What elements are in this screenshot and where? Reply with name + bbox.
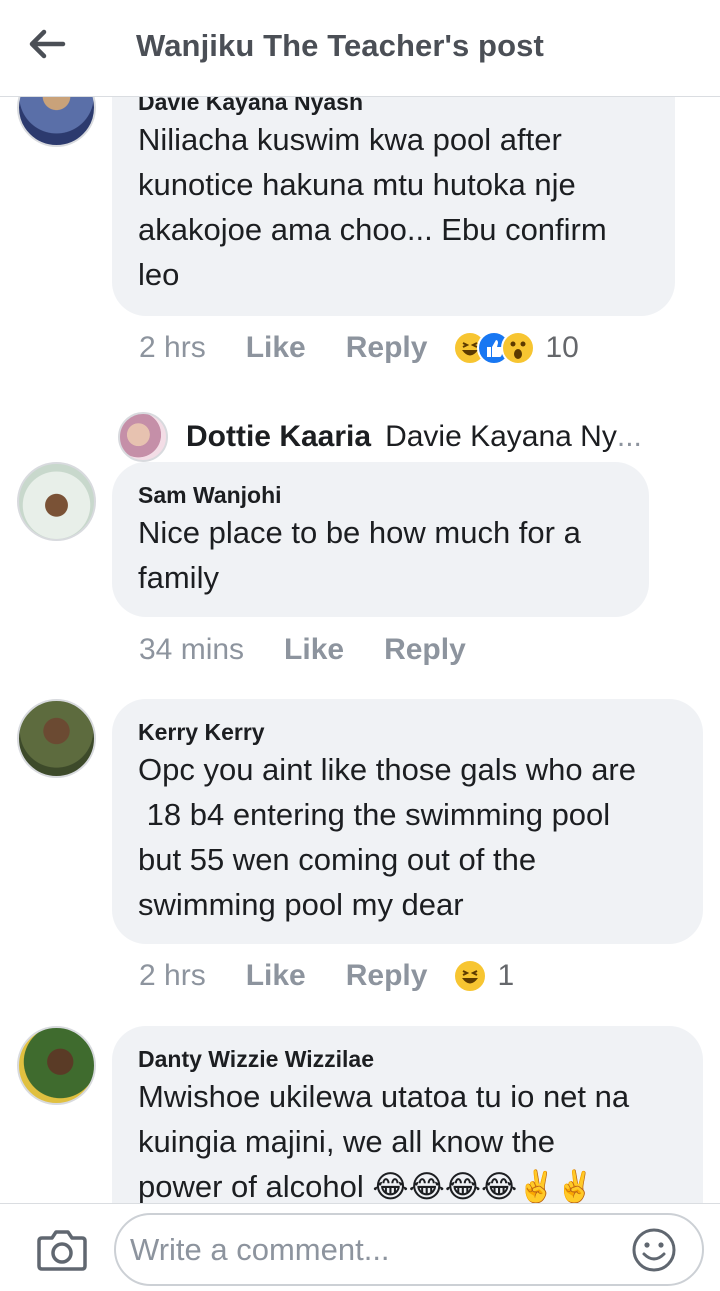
avatar[interactable] (17, 699, 96, 778)
emoji-button[interactable] (630, 1226, 678, 1274)
comment-text-line: Mwishoe ukilewa utatoa tu io net na (138, 1079, 630, 1114)
comment-meta: 2 hrs Like Reply 10 (139, 331, 579, 365)
comment-text-line: swimming pool my dear (138, 887, 464, 922)
reply-preview[interactable]: Dottie Kaaria Davie Kayana Ny... (118, 411, 718, 463)
comment-author[interactable]: Danty Wizzie Wizzilae (138, 1046, 677, 1073)
comment-text-line: leo (138, 257, 180, 292)
arrow-left-icon (29, 29, 66, 59)
reply-author[interactable]: Dottie Kaaria (186, 420, 371, 454)
reaction-count: 1 (497, 959, 515, 992)
comment-bubble: Danty Wizzie Wizzilae Mwishoe ukilewa ut… (112, 1026, 703, 1203)
comment-text-line: Nice place to be how much for a (138, 515, 581, 550)
reply-button[interactable]: Reply (384, 633, 466, 667)
comments-feed: Davie Kayana Nyash Niliacha kuswim kwa p… (0, 97, 720, 1203)
reactions-summary[interactable]: 10 (453, 331, 579, 365)
reactions-summary[interactable]: 1 (453, 959, 514, 993)
like-button[interactable]: Like (246, 331, 306, 365)
comment-author[interactable]: Kerry Kerry (138, 719, 677, 746)
avatar[interactable] (17, 1026, 96, 1105)
reply-ellipsis: ... (616, 420, 642, 453)
reply-button[interactable]: Reply (346, 959, 428, 993)
comment-text-line: akakojoe ama choo... Ebu confirm (138, 212, 607, 247)
comment-text-line: power of alcohol 😂😂😂😂✌️✌️ (138, 1169, 595, 1203)
comment-text-line: but 55 wen coming out of the (138, 842, 537, 877)
comment-bubble: Sam Wanjohi Nice place to be how much fo… (112, 462, 649, 617)
like-button[interactable]: Like (284, 633, 344, 667)
comment-text-line: 18 b4 entering the swimming pool (138, 797, 611, 832)
smiley-icon (632, 1228, 676, 1272)
comment-text-line: family (138, 560, 219, 595)
comment-input[interactable] (114, 1213, 704, 1286)
comment-text-line: kuingia majini, we all know the (138, 1124, 555, 1159)
comment-text-line: Niliacha kuswim kwa pool after (138, 122, 562, 157)
like-button[interactable]: Like (246, 959, 306, 993)
camera-button[interactable] (36, 1226, 88, 1274)
avatar[interactable] (17, 97, 96, 147)
camera-icon (37, 1230, 87, 1271)
comment-timestamp: 2 hrs (139, 331, 206, 364)
comment-author[interactable]: Davie Kayana Nyash (138, 97, 649, 116)
back-button[interactable] (22, 22, 72, 66)
wow-reaction-icon (501, 331, 536, 365)
comment-text-line: kunotice hakuna mtu hutoka nje (138, 167, 576, 202)
comment-text-line: Opc you aint like those gals who are (138, 752, 636, 787)
comment-author[interactable]: Sam Wanjohi (138, 482, 623, 509)
avatar[interactable] (17, 462, 96, 541)
comment-composer (0, 1203, 720, 1291)
top-bar: Wanjiku The Teacher's post (0, 0, 720, 97)
reply-avatar[interactable] (118, 412, 168, 462)
page-title: Wanjiku The Teacher's post (136, 28, 544, 63)
reaction-count: 10 (545, 331, 579, 364)
reply-text: Davie Kayana Ny (385, 420, 617, 453)
comment-meta: 2 hrs Like Reply 1 (139, 959, 514, 993)
reply-button[interactable]: Reply (346, 331, 428, 365)
comment-meta: 34 mins Like Reply (139, 633, 466, 667)
comment-bubble: Kerry Kerry Opc you aint like those gals… (112, 699, 703, 944)
comment-timestamp: 34 mins (139, 633, 245, 666)
haha-reaction-icon (453, 959, 488, 993)
comment-bubble: Davie Kayana Nyash Niliacha kuswim kwa p… (112, 97, 675, 316)
comment-timestamp: 2 hrs (139, 959, 206, 992)
